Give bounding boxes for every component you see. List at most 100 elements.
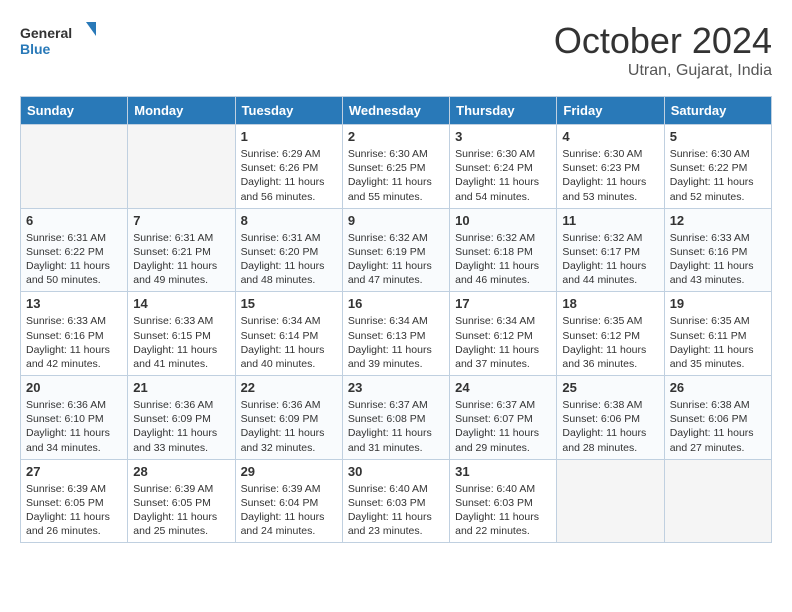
day-number: 31	[455, 464, 551, 479]
day-cell: 17 Sunrise: 6:34 AMSunset: 6:12 PMDayligh…	[450, 292, 557, 376]
day-cell: 2 Sunrise: 6:30 AMSunset: 6:25 PMDaylight…	[342, 125, 449, 209]
day-cell: 27Sunrise: 6:39 AMSunset: 6:05 PMDayligh…	[21, 459, 128, 543]
week-row-5: 27Sunrise: 6:39 AMSunset: 6:05 PMDayligh…	[21, 459, 772, 543]
day-number: 6	[26, 213, 122, 228]
day-number: 20	[26, 380, 122, 395]
day-number: 14	[133, 296, 229, 311]
location: Utran, Gujarat, India	[554, 62, 772, 80]
day-info: Sunrise: 6:34 AMSunset: 6:13 PMDaylight:…	[348, 314, 444, 371]
day-info: Sunrise: 6:39 AMSunset: 6:05 PMDaylight:…	[133, 482, 229, 539]
day-info: Sunrise: 6:32 AMSunset: 6:17 PMDaylight:…	[562, 231, 658, 288]
day-info: Sunrise: 6:31 AMSunset: 6:20 PMDaylight:…	[241, 231, 337, 288]
day-cell: 6 Sunrise: 6:31 AMSunset: 6:22 PMDaylight…	[21, 208, 128, 292]
day-cell: 4 Sunrise: 6:30 AMSunset: 6:23 PMDaylight…	[557, 125, 664, 209]
day-cell: 28 Sunrise: 6:39 AMSunset: 6:05 PMDayligh…	[128, 459, 235, 543]
day-cell: 26Sunrise: 6:38 AMSunset: 6:06 PMDayligh…	[664, 376, 771, 460]
day-info: Sunrise: 6:37 AMSunset: 6:07 PMDaylight:…	[455, 398, 551, 455]
day-cell: 10 Sunrise: 6:32 AMSunset: 6:18 PMDayligh…	[450, 208, 557, 292]
day-cell: 16 Sunrise: 6:34 AMSunset: 6:13 PMDayligh…	[342, 292, 449, 376]
day-info: Sunrise: 6:34 AMSunset: 6:12 PMDaylight:…	[455, 314, 551, 371]
column-header-wednesday: Wednesday	[342, 97, 449, 125]
column-header-monday: Monday	[128, 97, 235, 125]
day-cell	[664, 459, 771, 543]
day-cell: 21 Sunrise: 6:36 AMSunset: 6:09 PMDayligh…	[128, 376, 235, 460]
day-number: 22	[241, 380, 337, 395]
day-info: Sunrise: 6:31 AMSunset: 6:21 PMDaylight:…	[133, 231, 229, 288]
day-number: 18	[562, 296, 658, 311]
day-info: Sunrise: 6:33 AMSunset: 6:16 PMDaylight:…	[670, 231, 766, 288]
day-cell: 22 Sunrise: 6:36 AMSunset: 6:09 PMDayligh…	[235, 376, 342, 460]
day-info: Sunrise: 6:39 AMSunset: 6:05 PMDaylight:…	[26, 482, 122, 539]
day-number: 16	[348, 296, 444, 311]
day-cell: 24 Sunrise: 6:37 AMSunset: 6:07 PMDayligh…	[450, 376, 557, 460]
day-number: 21	[133, 380, 229, 395]
day-number: 11	[562, 213, 658, 228]
week-row-4: 20 Sunrise: 6:36 AMSunset: 6:10 PMDayligh…	[21, 376, 772, 460]
week-row-2: 6 Sunrise: 6:31 AMSunset: 6:22 PMDaylight…	[21, 208, 772, 292]
day-info: Sunrise: 6:30 AMSunset: 6:25 PMDaylight:…	[348, 147, 444, 204]
day-number: 1	[241, 129, 337, 144]
svg-text:Blue: Blue	[20, 41, 51, 57]
day-number: 2	[348, 129, 444, 144]
day-number: 28	[133, 464, 229, 479]
page-header: General Blue October 2024 Utran, Gujarat…	[20, 20, 772, 80]
day-cell: 9 Sunrise: 6:32 AMSunset: 6:19 PMDaylight…	[342, 208, 449, 292]
day-info: Sunrise: 6:36 AMSunset: 6:09 PMDaylight:…	[133, 398, 229, 455]
column-header-saturday: Saturday	[664, 97, 771, 125]
day-info: Sunrise: 6:32 AMSunset: 6:19 PMDaylight:…	[348, 231, 444, 288]
day-cell	[21, 125, 128, 209]
day-number: 23	[348, 380, 444, 395]
day-number: 8	[241, 213, 337, 228]
day-info: Sunrise: 6:38 AMSunset: 6:06 PMDaylight:…	[670, 398, 766, 455]
column-header-tuesday: Tuesday	[235, 97, 342, 125]
day-info: Sunrise: 6:30 AMSunset: 6:22 PMDaylight:…	[670, 147, 766, 204]
day-number: 3	[455, 129, 551, 144]
day-number: 30	[348, 464, 444, 479]
day-number: 24	[455, 380, 551, 395]
day-number: 10	[455, 213, 551, 228]
day-cell: 19 Sunrise: 6:35 AMSunset: 6:11 PMDayligh…	[664, 292, 771, 376]
day-number: 17	[455, 296, 551, 311]
day-cell: 12Sunrise: 6:33 AMSunset: 6:16 PMDayligh…	[664, 208, 771, 292]
column-header-sunday: Sunday	[21, 97, 128, 125]
week-row-3: 13Sunrise: 6:33 AMSunset: 6:16 PMDayligh…	[21, 292, 772, 376]
day-info: Sunrise: 6:40 AMSunset: 6:03 PMDaylight:…	[348, 482, 444, 539]
day-number: 29	[241, 464, 337, 479]
day-number: 4	[562, 129, 658, 144]
day-number: 25	[562, 380, 658, 395]
day-cell: 20 Sunrise: 6:36 AMSunset: 6:10 PMDayligh…	[21, 376, 128, 460]
day-cell: 30 Sunrise: 6:40 AMSunset: 6:03 PMDayligh…	[342, 459, 449, 543]
day-info: Sunrise: 6:29 AMSunset: 6:26 PMDaylight:…	[241, 147, 337, 204]
day-cell: 29 Sunrise: 6:39 AMSunset: 6:04 PMDayligh…	[235, 459, 342, 543]
logo: General Blue	[20, 20, 100, 65]
day-info: Sunrise: 6:33 AMSunset: 6:16 PMDaylight:…	[26, 314, 122, 371]
title-block: October 2024 Utran, Gujarat, India	[554, 20, 772, 80]
day-info: Sunrise: 6:32 AMSunset: 6:18 PMDaylight:…	[455, 231, 551, 288]
day-info: Sunrise: 6:30 AMSunset: 6:23 PMDaylight:…	[562, 147, 658, 204]
day-info: Sunrise: 6:40 AMSunset: 6:03 PMDaylight:…	[455, 482, 551, 539]
day-number: 5	[670, 129, 766, 144]
day-info: Sunrise: 6:36 AMSunset: 6:09 PMDaylight:…	[241, 398, 337, 455]
day-cell: 5 Sunrise: 6:30 AMSunset: 6:22 PMDaylight…	[664, 125, 771, 209]
column-header-thursday: Thursday	[450, 97, 557, 125]
day-cell	[128, 125, 235, 209]
day-cell: 3 Sunrise: 6:30 AMSunset: 6:24 PMDaylight…	[450, 125, 557, 209]
day-number: 9	[348, 213, 444, 228]
day-info: Sunrise: 6:36 AMSunset: 6:10 PMDaylight:…	[26, 398, 122, 455]
day-info: Sunrise: 6:35 AMSunset: 6:12 PMDaylight:…	[562, 314, 658, 371]
day-cell: 18 Sunrise: 6:35 AMSunset: 6:12 PMDayligh…	[557, 292, 664, 376]
day-info: Sunrise: 6:31 AMSunset: 6:22 PMDaylight:…	[26, 231, 122, 288]
day-number: 19	[670, 296, 766, 311]
day-cell: 1 Sunrise: 6:29 AMSunset: 6:26 PMDaylight…	[235, 125, 342, 209]
day-info: Sunrise: 6:37 AMSunset: 6:08 PMDaylight:…	[348, 398, 444, 455]
month-title: October 2024	[554, 20, 772, 62]
day-cell: 25Sunrise: 6:38 AMSunset: 6:06 PMDayligh…	[557, 376, 664, 460]
day-cell: 14Sunrise: 6:33 AMSunset: 6:15 PMDayligh…	[128, 292, 235, 376]
day-cell: 8 Sunrise: 6:31 AMSunset: 6:20 PMDaylight…	[235, 208, 342, 292]
day-number: 15	[241, 296, 337, 311]
day-info: Sunrise: 6:35 AMSunset: 6:11 PMDaylight:…	[670, 314, 766, 371]
column-header-friday: Friday	[557, 97, 664, 125]
header-row: SundayMondayTuesdayWednesdayThursdayFrid…	[21, 97, 772, 125]
day-info: Sunrise: 6:39 AMSunset: 6:04 PMDaylight:…	[241, 482, 337, 539]
day-info: Sunrise: 6:30 AMSunset: 6:24 PMDaylight:…	[455, 147, 551, 204]
